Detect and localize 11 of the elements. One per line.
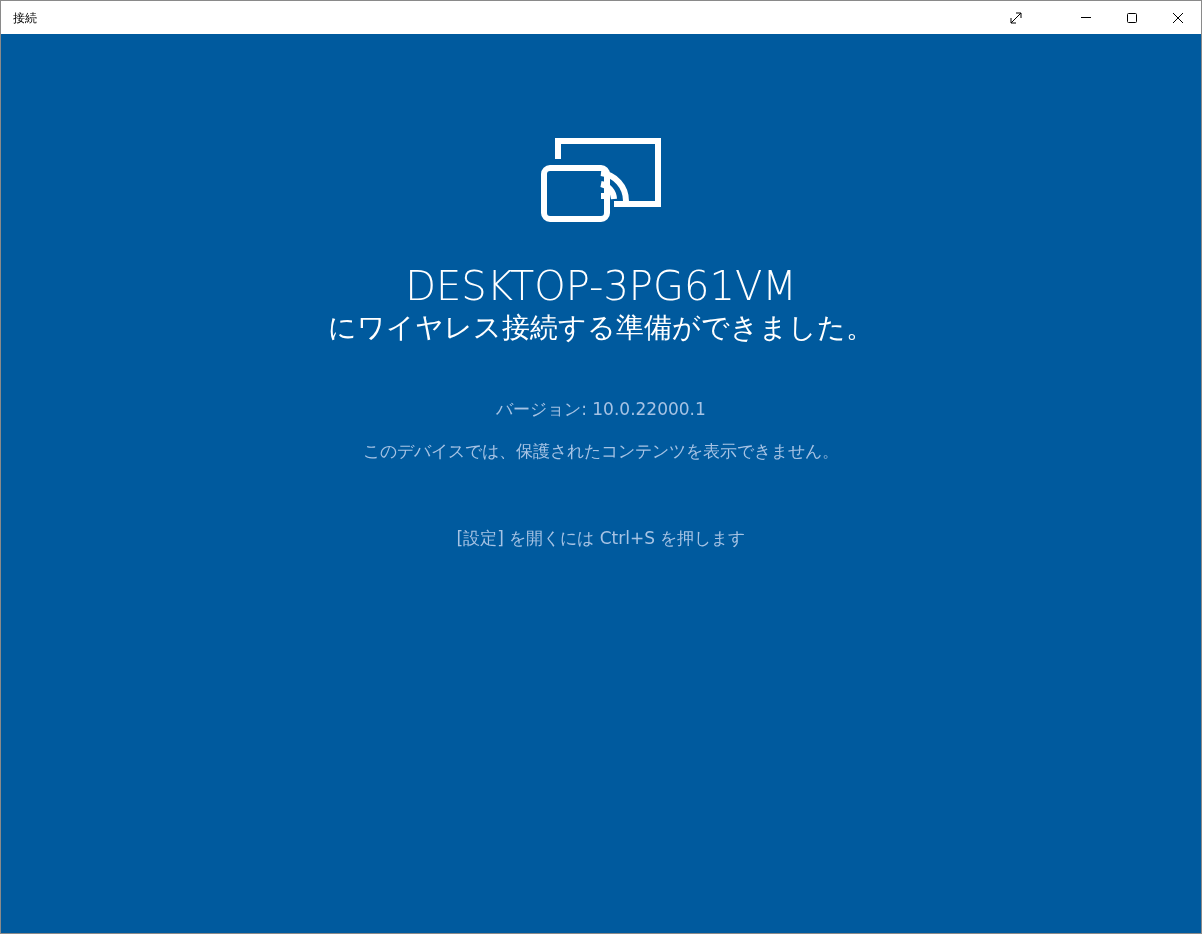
close-icon bbox=[1173, 12, 1183, 23]
device-name: DESKTOP-3PG61VM bbox=[405, 262, 797, 310]
wireless-display-icon bbox=[541, 138, 661, 222]
protected-content-note: このデバイスでは、保護されたコンテンツを表示できません。 bbox=[363, 439, 839, 463]
maximize-icon bbox=[1127, 12, 1137, 23]
diagonal-arrows-icon bbox=[1010, 11, 1022, 24]
version-text: バージョン: 10.0.22000.1 bbox=[496, 398, 706, 421]
status-message: にワイヤレス接続する準備ができました。 bbox=[328, 310, 874, 345]
minimize-icon bbox=[1081, 17, 1091, 18]
settings-hint: [設定] を開くには Ctrl+S を押します bbox=[456, 527, 746, 550]
window-title: 接続 bbox=[12, 9, 38, 27]
